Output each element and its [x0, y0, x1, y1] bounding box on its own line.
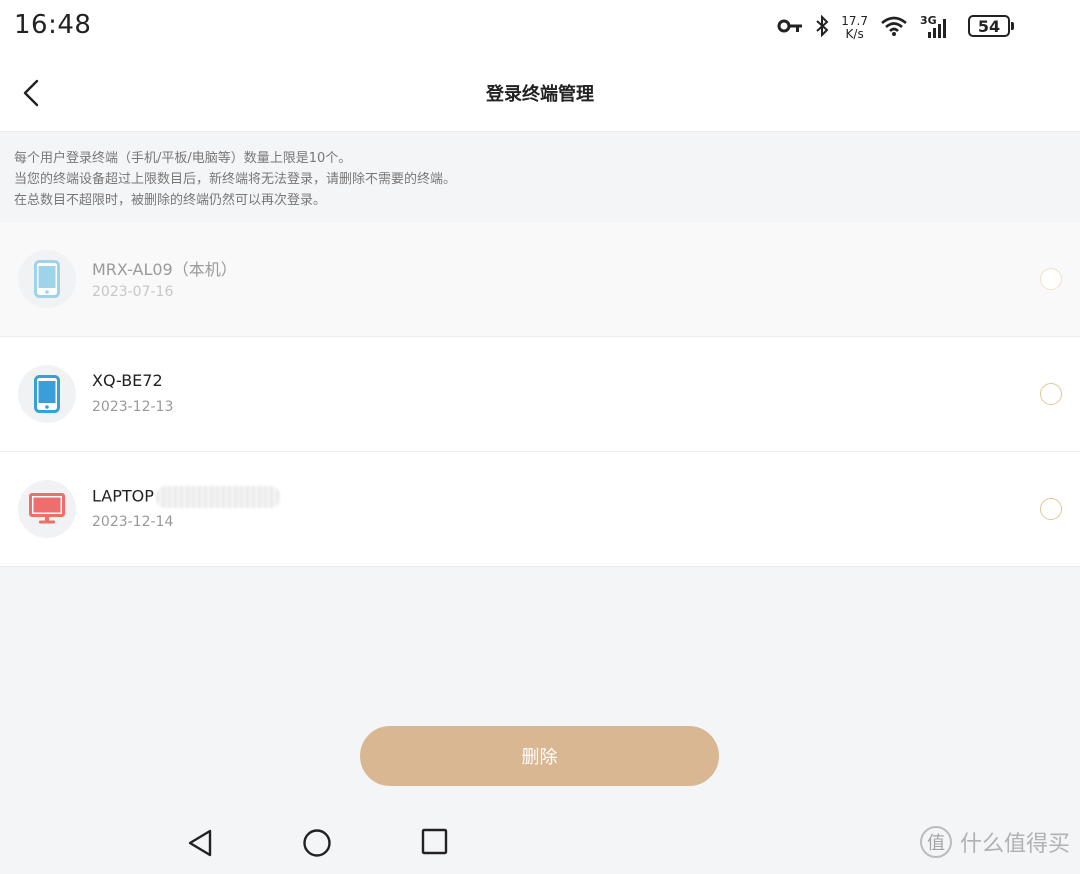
- navigation-bar: [0, 810, 1080, 874]
- redacted-name: [155, 486, 280, 508]
- nav-back-button[interactable]: [186, 828, 214, 862]
- notice-line: 每个用户登录终端（手机/平板/电脑等）数量上限是10个。: [14, 151, 352, 166]
- notice-line: 当您的终端设备超过上限数目后，新终端将无法登录，请删除不需要的终端。: [14, 172, 457, 187]
- select-radio[interactable]: [1040, 268, 1062, 290]
- nav-home-button[interactable]: [302, 828, 332, 862]
- phone-icon: [34, 375, 60, 413]
- page-title: 登录终端管理: [486, 84, 594, 105]
- watermark-text: 什么值得买: [959, 832, 1070, 857]
- device-name: XQ-BE72: [92, 371, 163, 390]
- status-icons: 17.7 K/s 3G: [777, 12, 950, 44]
- bluetooth-icon: [815, 14, 829, 41]
- select-radio[interactable]: [1040, 383, 1062, 405]
- circle-home-icon: [303, 829, 331, 857]
- status-bar: 16:48 17.7 K/s 3G 54: [0, 0, 1080, 54]
- device-date: 2023-07-16: [92, 284, 174, 300]
- key-icon: [777, 18, 803, 38]
- square-recents-icon: [421, 828, 448, 855]
- wifi-icon: [880, 15, 908, 41]
- net-speed-unit: K/s: [845, 27, 864, 41]
- signal-icon: 3G: [920, 14, 950, 40]
- nav-recents-button[interactable]: [421, 828, 449, 860]
- device-date: 2023-12-13: [92, 399, 174, 415]
- phone-icon: [34, 260, 60, 298]
- device-avatar: [18, 250, 76, 308]
- device-avatar: [18, 365, 76, 423]
- triangle-back-icon: [188, 829, 212, 857]
- notice-line: 在总数目不超限时，被删除的终端仍然可以再次登录。: [14, 193, 327, 208]
- battery-indicator: 54: [968, 15, 1014, 37]
- device-row[interactable]: XQ-BE72 2023-12-13: [0, 337, 1080, 452]
- header: 登录终端管理: [0, 54, 1080, 132]
- delete-button[interactable]: 删除: [360, 726, 719, 786]
- notice-text: 每个用户登录终端（手机/平板/电脑等）数量上限是10个。 当您的终端设备超过上限…: [0, 132, 1080, 222]
- device-avatar: [18, 480, 76, 538]
- device-row[interactable]: MRX-AL09（本机） 2023-07-16: [0, 222, 1080, 337]
- network-speed: 17.7 K/s: [841, 15, 868, 41]
- device-row[interactable]: LAPTOP 2023-12-14: [0, 452, 1080, 567]
- select-radio[interactable]: [1040, 498, 1062, 520]
- device-name: LAPTOP: [92, 486, 280, 508]
- watermark-logo: 值: [919, 826, 952, 858]
- device-list: MRX-AL09（本机） 2023-07-16 XQ-BE72 2023-12-…: [0, 222, 1080, 567]
- device-date: 2023-12-14: [92, 514, 174, 530]
- status-time: 16:48: [14, 10, 92, 40]
- device-name: MRX-AL09（本机）: [92, 260, 237, 279]
- monitor-icon: [29, 493, 65, 524]
- device-name-text: LAPTOP: [92, 486, 154, 506]
- watermark: 值 什么值得买: [919, 826, 1070, 858]
